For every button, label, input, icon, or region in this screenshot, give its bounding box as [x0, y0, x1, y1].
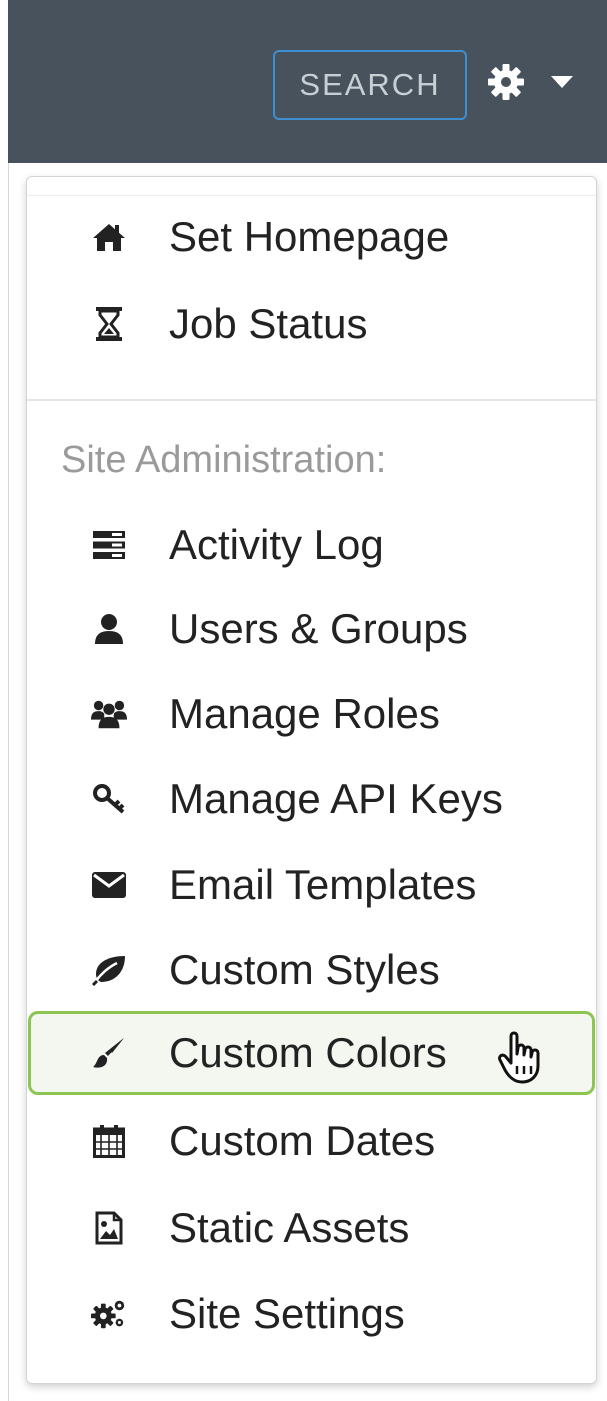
- menu-item-label: Custom Styles: [169, 946, 440, 993]
- key-icon: [91, 781, 127, 817]
- section-heading: Site Administration:: [61, 439, 387, 481]
- menu-item-label: Job Status: [169, 300, 368, 347]
- hourglass-icon: [91, 306, 127, 342]
- menu-item-activity-log[interactable]: Activity Log: [27, 505, 596, 585]
- settings-menu-toggle[interactable]: [486, 62, 582, 102]
- page-edge: [8, 163, 9, 1401]
- menu-item-label: Set Homepage: [169, 213, 450, 260]
- caret-down-icon: [550, 75, 574, 89]
- home-icon: [91, 219, 127, 255]
- envelope-icon: [91, 867, 127, 903]
- menu-item-label: Custom Dates: [169, 1117, 436, 1164]
- menu-item-label: Manage API Keys: [169, 775, 503, 822]
- menu-item-manage-api-keys[interactable]: Manage API Keys: [27, 759, 596, 839]
- menu-item-label: Site Settings: [169, 1290, 405, 1337]
- menu-item-static-assets[interactable]: Static Assets: [27, 1188, 596, 1268]
- hand-cursor-icon: [494, 1030, 550, 1091]
- menu-item-users-groups[interactable]: Users & Groups: [27, 589, 596, 669]
- menu-item-label: Email Templates: [169, 861, 477, 908]
- menu-item-label: Activity Log: [169, 521, 384, 568]
- top-navbar: SEARCH: [8, 0, 607, 163]
- cogs-icon: [91, 1296, 127, 1332]
- menu-item-custom-styles[interactable]: Custom Styles: [27, 930, 596, 1010]
- calendar-icon: [91, 1123, 127, 1159]
- menu-item-label: Users & Groups: [169, 605, 468, 652]
- menu-item-site-settings[interactable]: Site Settings: [27, 1274, 596, 1354]
- menu-item-label: Manage Roles: [169, 690, 440, 737]
- user-icon: [91, 611, 127, 647]
- server-log-icon: [91, 527, 127, 563]
- gear-icon: [486, 62, 526, 102]
- settings-dropdown-menu: Set Homepage Job Status Site Administrat…: [26, 176, 597, 1384]
- menu-item-label: Static Assets: [169, 1204, 410, 1251]
- users-icon: [91, 696, 127, 732]
- menu-item-custom-dates[interactable]: Custom Dates: [27, 1101, 596, 1181]
- menu-item-job-status[interactable]: Job Status: [27, 284, 596, 364]
- search-button[interactable]: SEARCH: [273, 50, 467, 120]
- menu-item-email-templates[interactable]: Email Templates: [27, 845, 596, 925]
- leaf-icon: [91, 952, 127, 988]
- menu-item-set-homepage[interactable]: Set Homepage: [27, 197, 596, 277]
- menu-divider: [27, 399, 596, 401]
- paintbrush-icon: [91, 1035, 127, 1071]
- menu-top-divider: [27, 195, 596, 196]
- image-file-icon: [91, 1210, 127, 1246]
- menu-item-manage-roles[interactable]: Manage Roles: [27, 674, 596, 754]
- menu-item-label: Custom Colors: [169, 1029, 447, 1076]
